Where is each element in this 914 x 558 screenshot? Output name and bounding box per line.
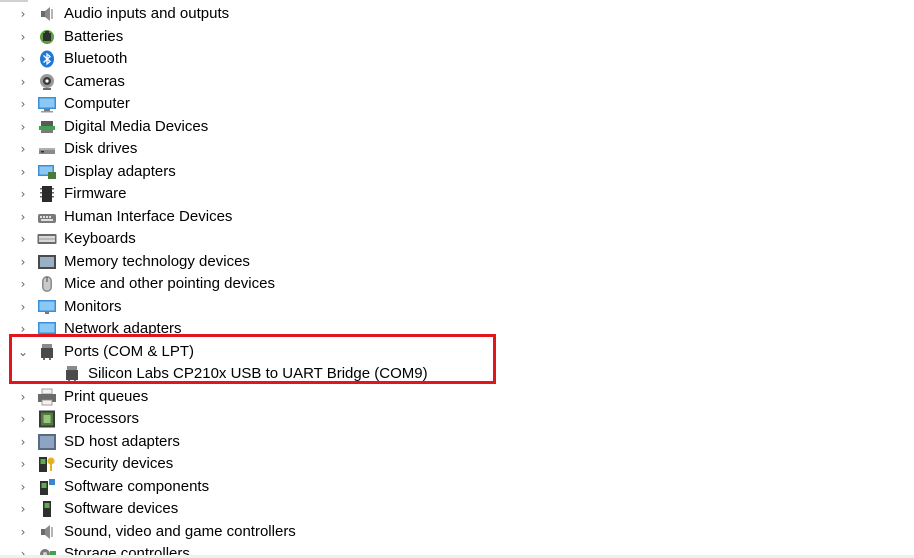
battery-icon bbox=[40, 29, 54, 44]
port-icon bbox=[41, 343, 53, 360]
tree-node-label: Ports (COM & LPT) bbox=[64, 342, 195, 360]
chevron-right-icon[interactable]: › bbox=[16, 521, 30, 544]
tree-node-label: Digital Media Devices bbox=[64, 117, 209, 135]
sd-adapter-icon bbox=[38, 433, 56, 450]
tree-node-label: Firmware bbox=[64, 185, 127, 202]
tree-node-ports[interactable]: ⌄ Ports (COM & LPT) bbox=[0, 341, 914, 364]
chevron-right-icon[interactable]: › bbox=[16, 453, 30, 476]
keyboard-icon bbox=[37, 234, 57, 244]
speaker-icon bbox=[41, 7, 53, 21]
tree-node-print-queues[interactable]: › Print queues bbox=[0, 386, 914, 409]
chevron-right-icon[interactable]: › bbox=[16, 206, 30, 229]
tree-node-label: Bluetooth bbox=[64, 50, 128, 67]
tree-node-label: Software components bbox=[64, 477, 210, 495]
monitor-icon bbox=[38, 299, 56, 314]
tree-node-bluetooth[interactable]: › Bluetooth bbox=[0, 48, 914, 71]
chevron-right-icon[interactable]: › bbox=[16, 161, 30, 184]
chevron-right-icon[interactable]: › bbox=[16, 183, 30, 206]
tree-node-label: Print queues bbox=[64, 387, 149, 405]
tree-node-label: Batteries bbox=[64, 27, 124, 45]
tree-node-sound-video[interactable]: › Sound, video and game controllers bbox=[0, 521, 914, 544]
chevron-right-icon[interactable]: › bbox=[16, 71, 30, 94]
tree-node-label: Cameras bbox=[64, 72, 125, 90]
mouse-icon bbox=[42, 276, 52, 292]
tree-node-label: Silicon Labs CP210x USB to UART Bridge (… bbox=[88, 365, 428, 382]
tree-node-label: Processors bbox=[64, 410, 140, 427]
memory-card-icon bbox=[38, 254, 56, 269]
tree-node-processors[interactable]: › Processors bbox=[0, 408, 914, 431]
chevron-right-icon[interactable]: › bbox=[16, 431, 30, 454]
chevron-right-icon[interactable]: › bbox=[16, 318, 30, 341]
tree-node-monitors[interactable]: › Monitors bbox=[0, 296, 914, 319]
tree-node-hid[interactable]: › Human Interface Devices bbox=[0, 206, 914, 229]
tree-node-software-devices[interactable]: › Software devices bbox=[0, 498, 914, 521]
tree-node-label: Display adapters bbox=[64, 162, 176, 180]
tree-node-label: Keyboards bbox=[64, 230, 136, 247]
tree-node-cameras[interactable]: › Cameras bbox=[0, 71, 914, 94]
tree-node-disk-drives[interactable]: › Disk drives bbox=[0, 138, 914, 161]
chevron-right-icon[interactable]: › bbox=[16, 26, 30, 49]
bluetooth-icon bbox=[40, 50, 54, 68]
chevron-right-icon[interactable]: › bbox=[16, 273, 30, 296]
tree-node-sd-host[interactable]: › SD host adapters bbox=[0, 431, 914, 454]
tree-node-mice[interactable]: › Mice and other pointing devices bbox=[0, 273, 914, 296]
media-device-icon bbox=[39, 120, 55, 133]
computer-icon bbox=[38, 97, 56, 113]
chevron-right-icon[interactable]: › bbox=[16, 498, 30, 521]
device-tree: › Audio inputs and outputs › Batteries ›… bbox=[0, 3, 914, 558]
tree-node-network-adapters[interactable]: › Network adapters bbox=[0, 318, 914, 341]
sound-controller-icon bbox=[41, 524, 53, 539]
processor-icon bbox=[39, 410, 55, 428]
tree-node-label: Sound, video and game controllers bbox=[64, 522, 296, 540]
printer-icon bbox=[38, 388, 56, 405]
firmware-chip-icon bbox=[40, 186, 54, 202]
hid-icon bbox=[38, 213, 56, 223]
tree-node-label: Mice and other pointing devices bbox=[64, 275, 275, 292]
tree-node-keyboards[interactable]: › Keyboards bbox=[0, 228, 914, 251]
tree-node-label: Disk drives bbox=[64, 140, 138, 157]
top-divider bbox=[0, 0, 28, 2]
chevron-down-icon[interactable]: ⌄ bbox=[16, 341, 30, 364]
chevron-right-icon[interactable]: › bbox=[16, 408, 30, 431]
tree-node-firmware[interactable]: › Firmware bbox=[0, 183, 914, 206]
camera-icon bbox=[40, 73, 54, 90]
tree-node-computer[interactable]: › Computer bbox=[0, 93, 914, 116]
tree-node-label: Software devices bbox=[64, 500, 179, 517]
chevron-right-icon[interactable]: › bbox=[16, 93, 30, 116]
tree-node-label: Memory technology devices bbox=[64, 252, 250, 270]
tree-node-digital-media[interactable]: › Digital Media Devices bbox=[0, 116, 914, 139]
tree-node-display-adapters[interactable]: › Display adapters bbox=[0, 161, 914, 184]
tree-node-label: Human Interface Devices bbox=[64, 207, 233, 225]
tree-node-batteries[interactable]: › Batteries bbox=[0, 26, 914, 49]
network-adapter-icon bbox=[38, 322, 56, 336]
chevron-right-icon[interactable]: › bbox=[16, 251, 30, 274]
chevron-right-icon[interactable]: › bbox=[16, 3, 30, 26]
display-adapter-icon bbox=[38, 164, 56, 179]
tree-node-audio[interactable]: › Audio inputs and outputs bbox=[0, 3, 914, 26]
tree-node-label: Monitors bbox=[64, 297, 122, 315]
tree-node-label: SD host adapters bbox=[64, 432, 180, 450]
tree-node-label: Security devices bbox=[64, 455, 174, 472]
chevron-right-icon[interactable]: › bbox=[16, 48, 30, 71]
chevron-right-icon[interactable]: › bbox=[16, 386, 30, 409]
tree-node-label: Network adapters bbox=[64, 320, 182, 337]
tree-node-label: Computer bbox=[64, 95, 130, 112]
tree-node-cp210x[interactable]: Silicon Labs CP210x USB to UART Bridge (… bbox=[0, 363, 914, 386]
tree-node-security[interactable]: › Security devices bbox=[0, 453, 914, 476]
tree-node-label: Audio inputs and outputs bbox=[64, 5, 230, 22]
software-device-icon bbox=[43, 501, 51, 517]
chevron-right-icon[interactable]: › bbox=[16, 228, 30, 251]
security-key-icon bbox=[39, 457, 55, 472]
tree-node-software-components[interactable]: › Software components bbox=[0, 476, 914, 499]
chevron-right-icon[interactable]: › bbox=[16, 476, 30, 499]
software-component-icon bbox=[40, 478, 55, 495]
chevron-right-icon[interactable]: › bbox=[16, 296, 30, 319]
tree-node-memory-tech[interactable]: › Memory technology devices bbox=[0, 251, 914, 274]
port-icon bbox=[66, 366, 78, 382]
chevron-right-icon[interactable]: › bbox=[16, 116, 30, 139]
disk-drive-icon bbox=[39, 148, 55, 154]
chevron-right-icon[interactable]: › bbox=[16, 138, 30, 161]
